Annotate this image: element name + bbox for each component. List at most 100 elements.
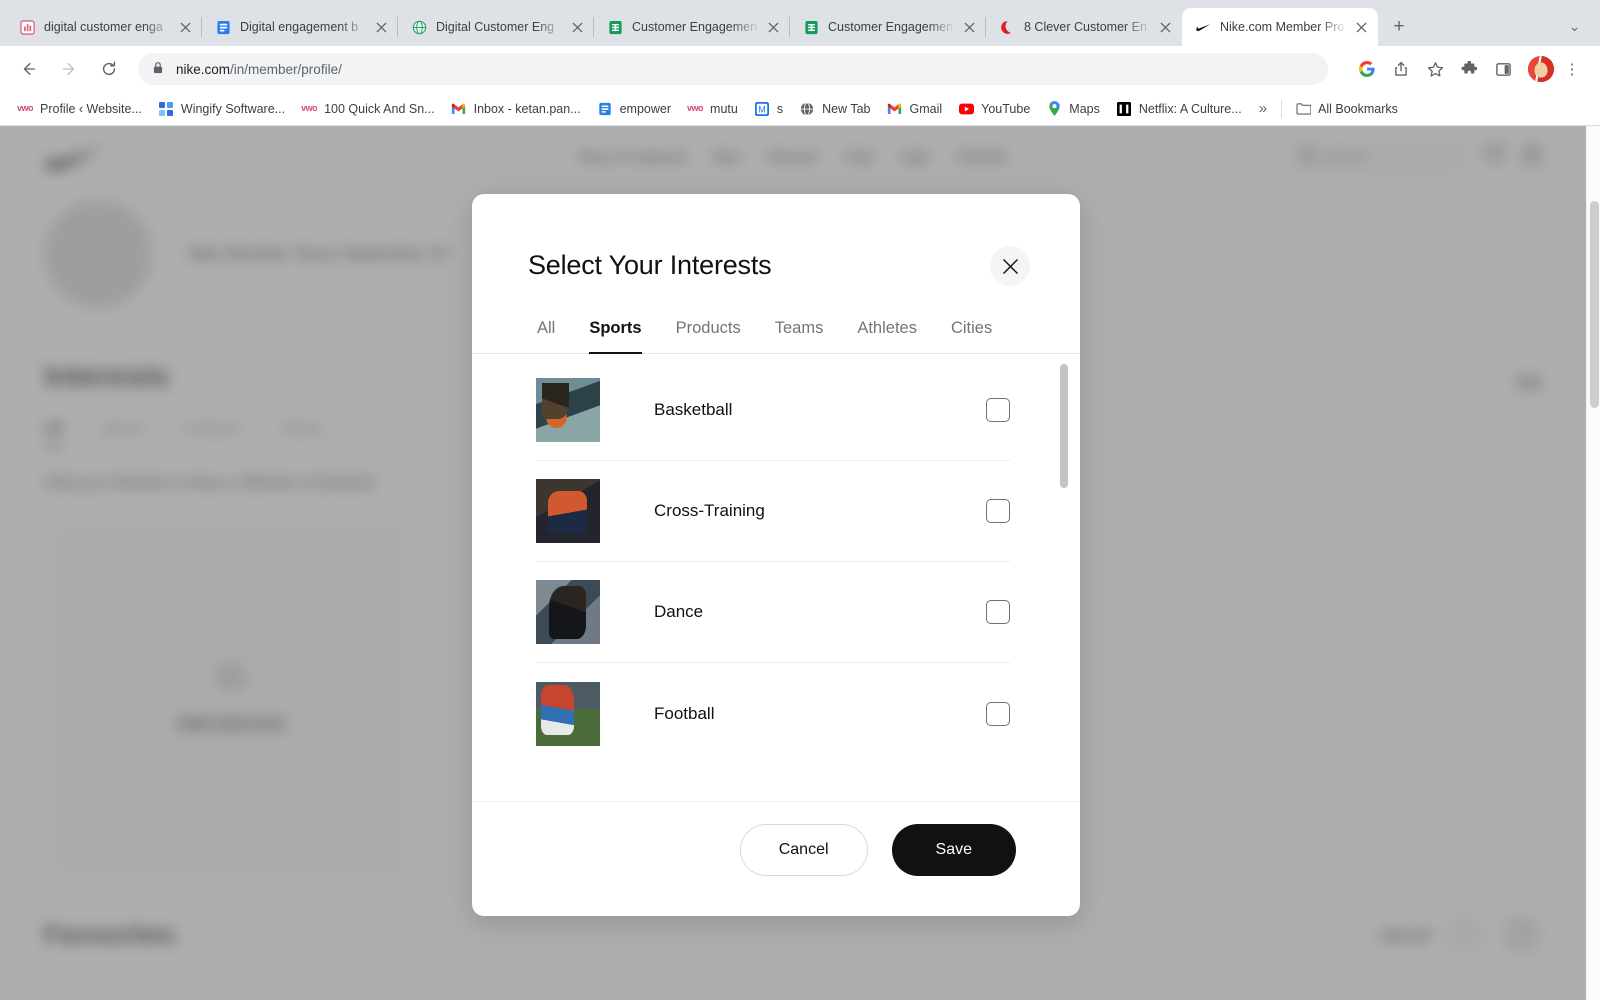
chevron-down-icon[interactable]: ⌄ (1559, 19, 1590, 35)
bookmarks-overflow-icon[interactable]: » (1250, 100, 1276, 117)
cross-training-photo (536, 479, 600, 543)
interest-label: Dance (654, 602, 704, 621)
tab-close-icon[interactable] (1352, 18, 1370, 36)
page-scrollbar[interactable] (1586, 126, 1600, 1000)
tab-close-icon[interactable] (764, 18, 782, 36)
cancel-button[interactable]: Cancel (739, 824, 868, 876)
bookmark-item[interactable]: empower (589, 96, 679, 122)
toolbar-icons: ⋮ (1349, 53, 1588, 85)
tab-title: Digital engagement b (240, 20, 359, 34)
tab-strip: digital customer enga Digital engagement… (0, 0, 1600, 46)
browser-tab-3[interactable]: Digital Customer Eng (398, 8, 594, 46)
bookmark-item[interactable]: Inbox - ketan.pan... (443, 96, 589, 122)
browser-tab-4[interactable]: Customer Engagemen (594, 8, 790, 46)
modal-tab-all[interactable]: All (520, 319, 572, 353)
modal-scrollbar[interactable] (1060, 358, 1068, 797)
gmail-icon (451, 101, 467, 117)
bookmark-label: empower (619, 101, 672, 116)
tab-title: Customer Engagemen (632, 20, 758, 34)
wingify-icon (158, 101, 174, 117)
interest-label: Football (654, 703, 715, 723)
doc-icon (597, 101, 613, 117)
interest-checkbox[interactable] (986, 499, 1010, 523)
browser-tab-5[interactable]: Customer Engagemen (790, 8, 986, 46)
page-scrollbar-thumb[interactable] (1590, 201, 1599, 408)
modal-tab-teams[interactable]: Teams (758, 319, 841, 353)
profile-avatar[interactable] (1528, 56, 1554, 82)
browser-window: digital customer enga Digital engagement… (0, 0, 1600, 1000)
modal-tab-cities[interactable]: Cities (934, 319, 1009, 353)
modal-body: Basketball Cross-Training Dance Football (472, 354, 1080, 801)
svg-text:M: M (758, 104, 765, 114)
url-domain: nike.com (176, 61, 231, 77)
interest-checkbox[interactable] (986, 398, 1010, 422)
select-interests-modal: Select Your Interests All Sports Product… (472, 194, 1080, 916)
bookmark-item[interactable]: vwo Profile ‹ Website... (9, 96, 150, 122)
browser-tab-7-active[interactable]: Nike.com Member Pro (1182, 8, 1378, 46)
browser-tab-6[interactable]: 8 Clever Customer En (986, 8, 1182, 46)
share-icon[interactable] (1385, 53, 1417, 85)
doc-icon (215, 19, 231, 35)
all-bookmarks-button[interactable]: All Bookmarks (1287, 96, 1406, 122)
chrome-menu-icon[interactable]: ⋮ (1556, 53, 1588, 85)
bookmark-label: Gmail (909, 101, 943, 116)
vwo-icon: vwo (687, 103, 704, 113)
globe-icon (799, 101, 815, 117)
modal-tab-sports[interactable]: Sports (572, 319, 658, 354)
tab-close-icon[interactable] (568, 18, 586, 36)
save-button[interactable]: Save (891, 824, 1016, 876)
tab-close-icon[interactable] (1156, 18, 1174, 36)
bookmark-item[interactable]: YouTube (950, 96, 1038, 122)
tab-title: Nike.com Member Pro (1220, 20, 1345, 34)
address-bar[interactable]: nike.com/in/member/profile/ (138, 53, 1328, 85)
bookmark-star-icon[interactable] (1419, 53, 1451, 85)
back-button[interactable] (12, 52, 46, 86)
interest-checkbox[interactable] (986, 600, 1010, 624)
vwo-icon: vwo (17, 103, 33, 113)
chart-icon (19, 19, 35, 35)
browser-toolbar: nike.com/in/member/profile/ ⋮ (0, 46, 1600, 92)
basketball-photo (536, 378, 600, 442)
netflix-icon (1116, 101, 1132, 117)
reload-button[interactable] (92, 52, 126, 86)
vwo-icon: vwo (301, 103, 318, 113)
side-panel-icon[interactable] (1487, 53, 1519, 85)
bookmark-item[interactable]: vwo 100 Quick And Sn... (293, 96, 443, 122)
tab-close-icon[interactable] (372, 18, 390, 36)
bookmark-label: Maps (1069, 101, 1100, 116)
bookmark-item[interactable]: Maps (1038, 96, 1108, 122)
new-tab-button[interactable]: + (1384, 12, 1414, 42)
list-item[interactable]: Dance (536, 562, 1010, 663)
bookmark-label: New Tab (822, 101, 871, 116)
extensions-puzzle-icon[interactable] (1453, 53, 1485, 85)
blue-m-icon: M (754, 101, 770, 117)
modal-tab-athletes[interactable]: Athletes (840, 319, 934, 353)
forward-button[interactable] (52, 52, 86, 86)
modal-scrollbar-thumb[interactable] (1060, 364, 1068, 488)
modal-header: Select Your Interests (472, 194, 1080, 286)
tab-close-icon[interactable] (176, 18, 194, 36)
browser-tab-1[interactable]: digital customer enga (6, 8, 202, 46)
sheets-icon (803, 19, 819, 35)
close-icon[interactable] (990, 246, 1030, 286)
list-item[interactable]: Football (536, 663, 1010, 764)
browser-tab-2[interactable]: Digital engagement b (202, 8, 398, 46)
folder-icon (1295, 101, 1311, 117)
interest-checkbox[interactable] (986, 701, 1010, 726)
bookmark-item[interactable]: Netflix: A Culture... (1108, 96, 1250, 122)
bookmark-item[interactable]: M s (746, 96, 791, 122)
bookmark-item[interactable]: Wingify Software... (150, 96, 293, 122)
interest-label: Basketball (654, 400, 733, 419)
bookmark-item[interactable]: Gmail (879, 96, 951, 122)
list-item[interactable]: Basketball (536, 360, 1010, 461)
modal-title: Select Your Interests (528, 250, 772, 280)
modal-tab-products[interactable]: Products (659, 319, 758, 353)
bookmark-item[interactable]: vwo mutu (679, 96, 746, 122)
google-lens-icon[interactable] (1351, 53, 1383, 85)
bookmark-label: Inbox - ketan.pan... (473, 101, 581, 116)
bookmark-item[interactable]: New Tab (791, 96, 878, 122)
nike-swoosh-icon (1195, 19, 1211, 35)
list-item[interactable]: Cross-Training (536, 461, 1010, 562)
url-path: /in/member/profile/ (230, 61, 342, 77)
tab-close-icon[interactable] (960, 18, 978, 36)
